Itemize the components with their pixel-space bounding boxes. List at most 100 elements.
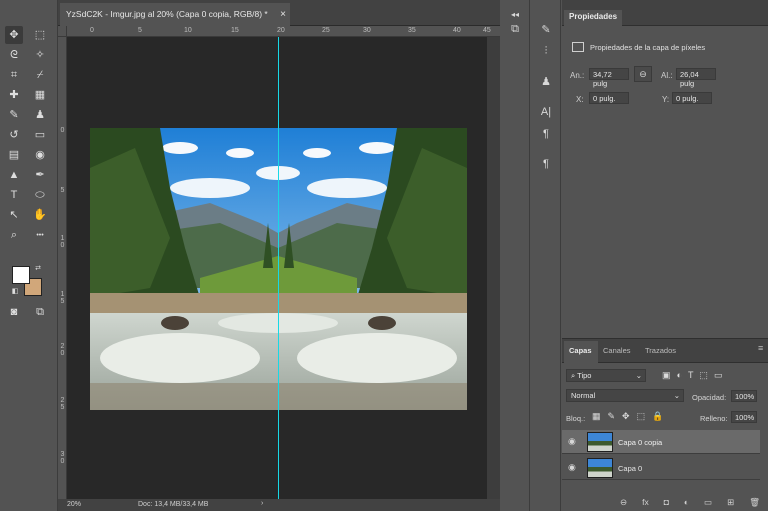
ruler-label: 0 [90, 27, 94, 34]
ruler-label: 45 [483, 27, 491, 34]
ruler-label: 20 [277, 27, 285, 34]
tab-paths[interactable]: Trazados [645, 346, 676, 355]
layer-row[interactable]: ◉ Capa 0 copia [562, 430, 760, 454]
paragraph-panel-icon[interactable]: ¶ [536, 125, 556, 143]
width-label: An.: [570, 71, 585, 80]
foreground-color-swatch-top[interactable] [12, 266, 30, 284]
ruler-label: 3 0 [60, 451, 65, 465]
panel-menu-icon[interactable]: ≡ [758, 343, 763, 353]
vertical-ruler[interactable]: 0 5 1 0 1 5 2 0 2 5 3 0 [58, 37, 67, 499]
height-field[interactable]: 26,04 pulg [676, 68, 716, 88]
ruler-label: 30 [363, 27, 371, 34]
tab-properties[interactable]: Propiedades [564, 10, 622, 26]
y-field[interactable]: 0 pulg. [672, 92, 712, 104]
status-menu-arrow-icon[interactable]: › [261, 500, 263, 507]
ruler-label: 35 [408, 27, 416, 34]
ruler-label: 10 [184, 27, 192, 34]
swap-colors-icon[interactable]: ⇄ [33, 263, 43, 273]
x-field[interactable]: 0 pulg. [589, 92, 629, 104]
fill-field[interactable]: 100% [731, 411, 757, 423]
eraser-tool-icon[interactable]: ▭ [31, 126, 49, 144]
hand-tool-icon[interactable]: ✋ [31, 206, 49, 224]
patch-tool-icon[interactable]: ▦ [31, 86, 49, 104]
lasso-tool-icon[interactable]: ᘓ [5, 46, 23, 64]
horizontal-ruler[interactable]: 0 5 10 15 20 25 30 35 40 45 [67, 26, 500, 37]
link-dimensions-icon[interactable]: ⊖ [634, 66, 652, 82]
close-document-icon[interactable]: × [280, 9, 286, 20]
layer-thumbnail [587, 458, 613, 478]
layers-panel-header: Capas Canales Trazados ≡ [562, 339, 768, 363]
new-group-folder-icon[interactable]: ▭ [704, 497, 712, 509]
trash-icon[interactable]: 🗑 [749, 497, 760, 509]
type-tool-icon[interactable]: T [5, 186, 23, 204]
brush-settings-icon[interactable]: ⫶ [536, 42, 556, 60]
new-layer-icon[interactable]: ⊞ [727, 497, 734, 509]
history-brush-tool-icon[interactable]: ↺ [5, 126, 23, 144]
character-panel-icon[interactable]: A| [536, 103, 556, 121]
magic-wand-tool-icon[interactable]: ✧ [31, 46, 49, 64]
quick-mask-icon[interactable]: ◙ [5, 303, 23, 321]
ruler-label: 5 [60, 187, 65, 194]
properties-panel: Propiedades Propiedades de la capa de pí… [562, 0, 768, 338]
default-colors-icon[interactable]: ◧ [10, 286, 20, 296]
lock-icons[interactable]: ▦✎✥⬚🔒 [592, 411, 670, 422]
ruler-label: 15 [231, 27, 239, 34]
dodge-tool-icon[interactable]: ▲ [5, 166, 23, 184]
opacity-field[interactable]: 100% [731, 390, 757, 402]
eyedropper-tool-icon[interactable]: ⌿ [31, 66, 49, 84]
stamp-tool-icon[interactable]: ♟ [31, 106, 49, 124]
tab-layers[interactable]: Capas [569, 346, 592, 355]
visibility-eye-icon[interactable]: ◉ [568, 462, 576, 473]
visibility-eye-icon[interactable]: ◉ [568, 436, 576, 447]
link-layers-icon[interactable]: ⊖ [620, 497, 627, 509]
pen-tool-icon[interactable]: ✒ [31, 166, 49, 184]
filter-kind-value: Tipo [577, 371, 592, 380]
adjustment-layer-icon[interactable]: ◐ [684, 497, 689, 509]
shape-tool-icon[interactable]: ⬭ [31, 186, 49, 204]
ruler-label: 2 5 [60, 397, 65, 411]
path-selection-tool-icon[interactable]: ↖ [5, 206, 23, 224]
paragraph-styles-icon[interactable]: ¶ [536, 155, 556, 173]
clone-source-icon[interactable]: ♟ [536, 72, 556, 90]
blend-mode-value: Normal [571, 391, 596, 400]
brushes-panel-icon[interactable]: ✎ [536, 20, 556, 38]
blend-mode-dropdown[interactable]: Normal ⌄ [566, 389, 684, 402]
vertical-guide-line[interactable] [278, 37, 279, 499]
zoom-level[interactable]: 20% [67, 501, 81, 508]
properties-header-label: Propiedades de la capa de píxeles [590, 43, 706, 52]
layer-name[interactable]: Capa 0 [618, 464, 642, 473]
history-panel-icon[interactable]: ⧉ [505, 20, 525, 38]
add-mask-icon[interactable]: ◘ [664, 497, 669, 509]
tab-channels[interactable]: Canales [603, 346, 631, 355]
vertical-scrollbar[interactable] [487, 37, 500, 499]
layer-filter-icons[interactable]: ▣◐T⬚▭ [662, 370, 728, 381]
screen-mode-icon[interactable]: ⧉ [31, 303, 49, 321]
x-label: X: [576, 95, 584, 104]
filter-kind-dropdown[interactable]: ⌕ Tipo ⌄ [566, 369, 646, 382]
gradient-tool-icon[interactable]: ▤ [5, 146, 23, 164]
zoom-tool-icon[interactable]: ⌕ [5, 226, 23, 244]
healing-brush-tool-icon[interactable]: ✚ [5, 86, 23, 104]
layer-name[interactable]: Capa 0 copia [618, 438, 662, 447]
ruler-label: 40 [453, 27, 461, 34]
crop-tool-icon[interactable]: ⌗ [5, 66, 23, 84]
artboard-tool-icon[interactable]: ⬚ [31, 26, 49, 44]
ruler-label: 1 5 [60, 291, 65, 305]
pixel-layer-icon [572, 42, 584, 52]
chevron-down-icon: ⌄ [635, 371, 642, 380]
document-tab[interactable]: YzSdC2K - Imgur.jpg al 20% (Capa 0 copia… [60, 3, 290, 26]
document-size-info[interactable]: Doc: 13,4 MB/33,4 MB [138, 501, 208, 508]
width-field[interactable]: 34,72 pulg [589, 68, 629, 88]
collapsed-panel-strip-2: ✎ ⫶ ♟ A| ¶ ¶ [530, 0, 561, 511]
status-bar: 20% Doc: 13,4 MB/33,4 MB › [58, 499, 500, 511]
ruler-corner[interactable] [58, 26, 67, 37]
layer-row[interactable]: ◉ Capa 0 [562, 456, 760, 480]
blur-tool-icon[interactable]: ◉ [31, 146, 49, 164]
more-tools-icon[interactable]: ••• [31, 226, 49, 244]
fill-label: Relleno: [700, 414, 728, 423]
lock-label: Bloq.: [566, 414, 586, 423]
ruler-label: 0 [60, 127, 65, 134]
move-tool-icon[interactable]: ✥ [5, 26, 23, 44]
fx-icon[interactable]: fx [642, 497, 649, 509]
brush-tool-icon[interactable]: ✎ [5, 106, 23, 124]
